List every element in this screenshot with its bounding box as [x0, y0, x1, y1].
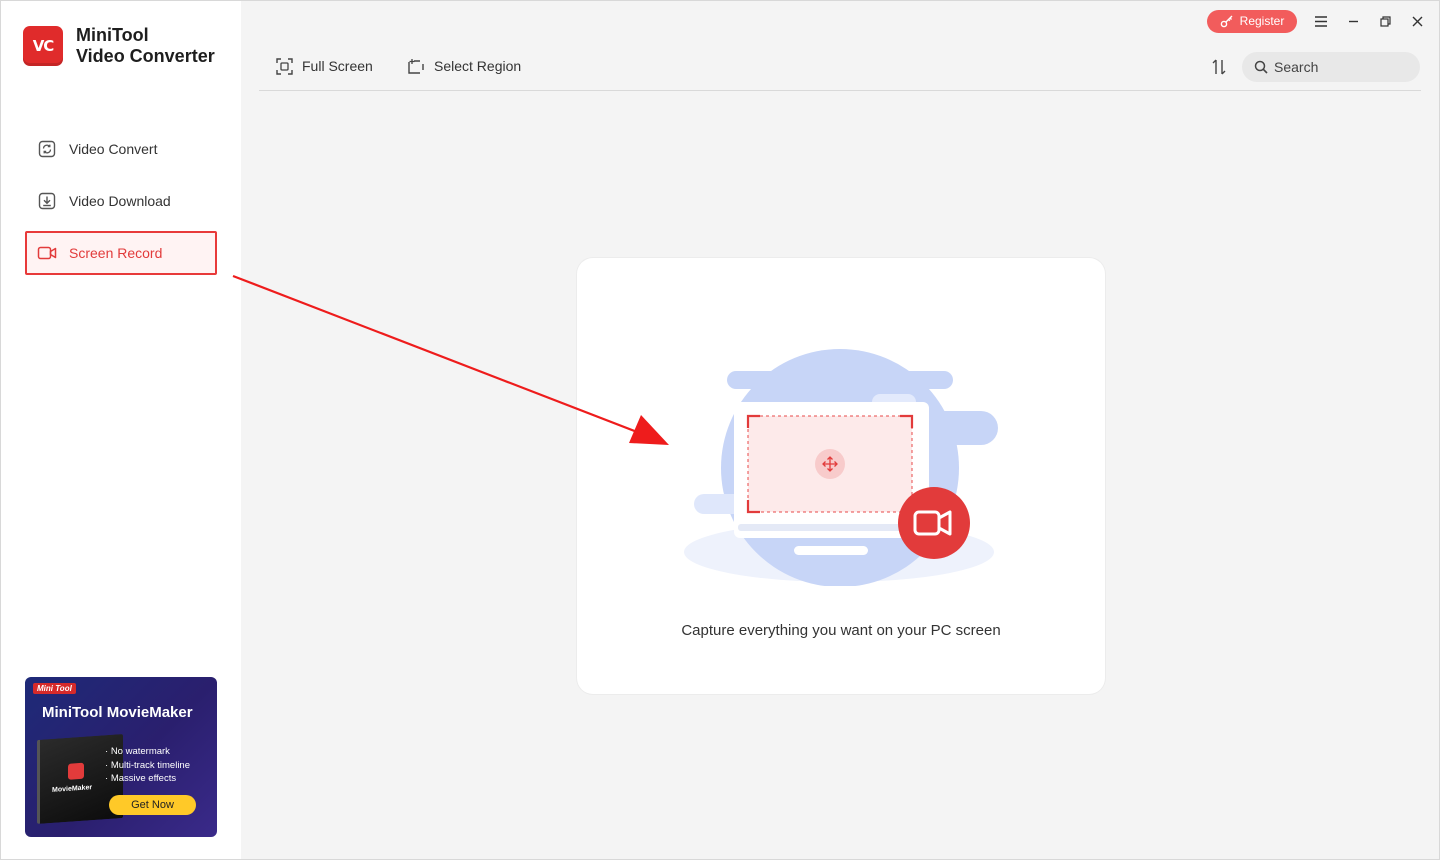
search-input[interactable]: [1274, 59, 1414, 75]
screen-record-illustration: [684, 349, 998, 586]
sidebar-nav: Video Convert Video Download Screen Reco…: [25, 127, 217, 283]
register-button[interactable]: Register: [1207, 9, 1297, 33]
promo-title: MiniTool MovieMaker: [42, 704, 193, 721]
sidebar-item-screen-record[interactable]: Screen Record: [25, 231, 217, 275]
sidebar-item-label: Video Convert: [69, 141, 158, 157]
sidebar-item-label: Video Download: [69, 193, 171, 209]
promo-brand-logo: Mini Tool: [33, 683, 76, 694]
select-region-label: Select Region: [434, 58, 522, 74]
moviemaker-promo-banner[interactable]: Mini Tool MiniTool MovieMaker MovieMaker…: [25, 677, 217, 837]
app-name-line1: MiniTool: [76, 25, 149, 45]
app-window: VC MiniTool Video Converter Video Conver…: [0, 0, 1440, 860]
camera-icon: [37, 243, 57, 263]
product-box-label: MovieMaker: [52, 784, 93, 794]
annotation-arrow: [232, 274, 669, 445]
promo-features: · No watermark · Multi-track timeline · …: [105, 745, 190, 786]
app-name-line2: Video Converter: [76, 46, 215, 66]
close-icon[interactable]: [1409, 13, 1425, 29]
sidebar-item-video-convert[interactable]: Video Convert: [25, 127, 217, 171]
search-icon: [1254, 60, 1268, 74]
full-screen-button[interactable]: Full Screen: [275, 57, 373, 75]
sidebar: VC MiniTool Video Converter Video Conver…: [1, 1, 241, 859]
convert-icon: [37, 139, 57, 159]
select-region-button[interactable]: Select Region: [407, 57, 521, 75]
key-icon: [1220, 14, 1234, 28]
window-controls: Register: [1207, 9, 1425, 33]
app-name: MiniTool Video Converter: [76, 25, 215, 67]
product-logo-icon: [68, 762, 84, 780]
minimize-icon[interactable]: [1345, 13, 1361, 29]
record-toolbar: Full Screen Select Region: [259, 43, 1421, 91]
search-box[interactable]: [1242, 52, 1420, 82]
full-screen-icon: [275, 57, 293, 75]
logo-badge: VC: [23, 26, 63, 66]
promo-feature: · Massive effects: [105, 773, 177, 784]
register-label: Register: [1239, 14, 1285, 28]
restore-icon[interactable]: [1377, 13, 1393, 29]
sort-icon[interactable]: [1211, 58, 1227, 76]
download-icon: [37, 191, 57, 211]
menu-icon[interactable]: [1313, 13, 1329, 29]
full-screen-label: Full Screen: [302, 58, 373, 74]
get-now-button[interactable]: Get Now: [109, 795, 196, 815]
promo-feature: · No watermark: [105, 746, 170, 757]
select-region-icon: [407, 57, 425, 75]
empty-state-caption: Capture everything you want on your PC s…: [681, 622, 1001, 639]
sidebar-item-label: Screen Record: [69, 245, 163, 261]
sidebar-item-video-download[interactable]: Video Download: [25, 179, 217, 223]
promo-feature: · Multi-track timeline: [105, 759, 190, 771]
app-logo: VC MiniTool Video Converter: [23, 25, 215, 67]
